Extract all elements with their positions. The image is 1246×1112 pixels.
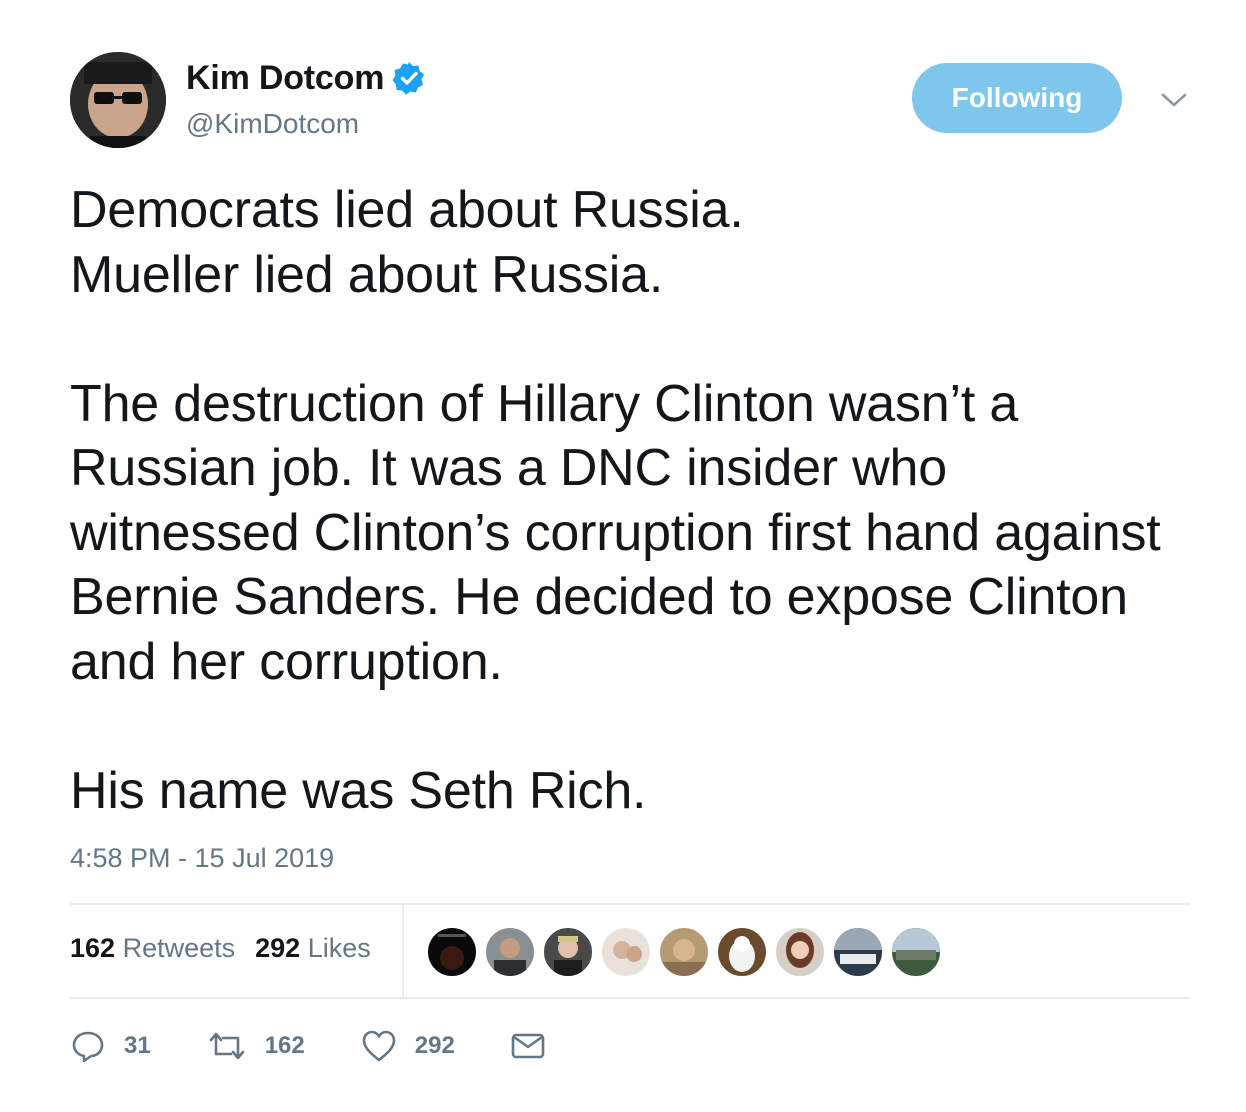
stats-top-divider bbox=[70, 903, 1190, 905]
retweets-stat[interactable]: 162 Retweets bbox=[70, 933, 235, 964]
stats-bottom-divider bbox=[70, 997, 1190, 999]
heart-icon bbox=[361, 1029, 397, 1063]
retweet-button[interactable]: 162 bbox=[207, 1030, 305, 1062]
liker-avatar[interactable] bbox=[832, 926, 884, 978]
retweets-count: 162 bbox=[70, 933, 116, 963]
engagement-stats: 162 Retweets 292 Likes bbox=[70, 933, 391, 964]
author-display-name[interactable]: Kim Dotcom bbox=[186, 59, 384, 98]
tweet-card: Kim Dotcom @KimDotcom Following Democrat… bbox=[0, 0, 1246, 1112]
reply-button[interactable]: 31 bbox=[70, 1028, 151, 1064]
like-button[interactable]: 292 bbox=[361, 1029, 455, 1063]
liker-avatar[interactable] bbox=[484, 926, 536, 978]
likes-stat[interactable]: 292 Likes bbox=[255, 933, 371, 964]
liker-avatar[interactable] bbox=[542, 926, 594, 978]
likes-count: 292 bbox=[255, 933, 301, 963]
direct-message-button[interactable] bbox=[511, 1031, 545, 1061]
author-avatar[interactable] bbox=[70, 52, 166, 148]
like-count: 292 bbox=[414, 1032, 455, 1059]
author-name-row: Kim Dotcom bbox=[186, 56, 426, 100]
liker-avatar[interactable] bbox=[658, 926, 710, 978]
liker-avatar[interactable] bbox=[890, 926, 942, 978]
stats-vertical-divider bbox=[402, 905, 404, 998]
tweet-text: Democrats lied about Russia. Mueller lie… bbox=[70, 181, 1161, 820]
verified-badge-icon bbox=[392, 61, 426, 95]
tweet-timestamp[interactable]: 4:58 PM - 15 Jul 2019 bbox=[70, 843, 334, 874]
tweet-actions: 31 162 292 bbox=[70, 1024, 601, 1068]
liker-avatar[interactable] bbox=[426, 926, 478, 978]
reply-icon bbox=[70, 1028, 106, 1064]
author-handle[interactable]: @KimDotcom bbox=[186, 108, 359, 140]
retweet-icon bbox=[207, 1030, 247, 1062]
retweets-label: Retweets bbox=[122, 933, 236, 963]
retweet-count: 162 bbox=[264, 1032, 305, 1059]
following-button[interactable]: Following bbox=[912, 63, 1122, 133]
reply-count: 31 bbox=[124, 1032, 151, 1059]
liker-avatar[interactable] bbox=[600, 926, 652, 978]
envelope-icon bbox=[511, 1031, 545, 1061]
liker-avatar[interactable] bbox=[716, 926, 768, 978]
liker-avatar[interactable] bbox=[774, 926, 826, 978]
liker-avatars bbox=[426, 926, 948, 978]
likes-label: Likes bbox=[307, 933, 371, 963]
chevron-down-icon[interactable] bbox=[1160, 88, 1188, 112]
